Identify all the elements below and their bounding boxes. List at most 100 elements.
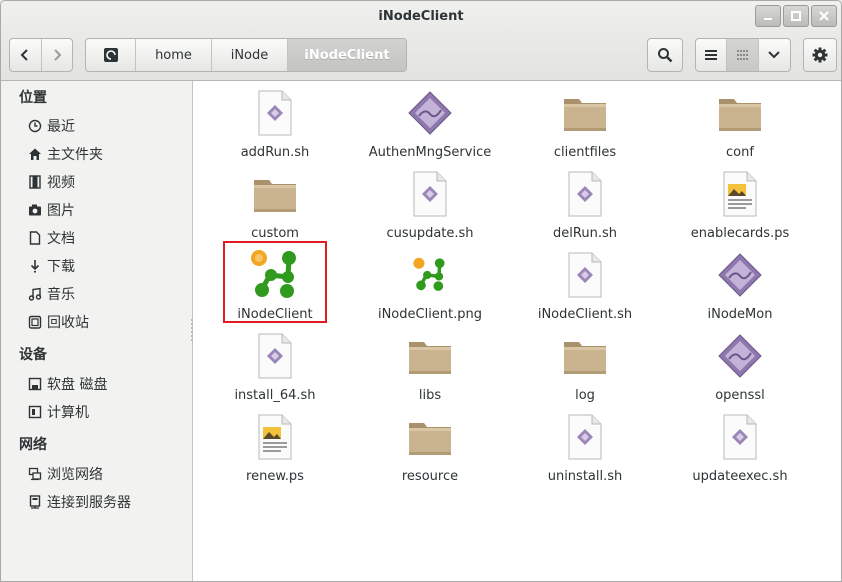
file-name: libs	[418, 388, 442, 403]
sidebar-item-label: 连接到服务器	[47, 495, 131, 511]
sidebar-item-label: 回收站	[47, 315, 89, 331]
file-name: cusupdate.sh	[386, 226, 474, 241]
list-view-button[interactable]	[696, 39, 728, 71]
file-item[interactable]: iNodeMon	[665, 249, 815, 329]
postscript-file-icon	[249, 411, 301, 463]
file-name: custom	[251, 226, 299, 241]
script-file-icon	[714, 411, 766, 463]
network-icon	[27, 466, 43, 482]
search-button[interactable]	[647, 38, 683, 72]
folder-icon	[249, 168, 301, 220]
window-title: iNodeClient	[378, 9, 464, 24]
history-buttons	[9, 38, 73, 72]
inode-image-icon	[404, 249, 456, 301]
floppy-icon	[27, 376, 43, 392]
sidebar-item-browse-network[interactable]: 浏览网络	[27, 462, 103, 486]
executable-icon	[714, 249, 766, 301]
minimize-button[interactable]	[755, 5, 781, 27]
file-item[interactable]: custom	[200, 168, 350, 248]
sidebar-item-videos[interactable]: 视频	[27, 170, 75, 194]
sidebar-header-devices: 设备	[19, 347, 47, 363]
file-item[interactable]: libs	[355, 330, 505, 410]
maximize-button[interactable]	[783, 5, 809, 27]
file-item[interactable]: AuthenMngService	[355, 87, 505, 167]
file-name: resource	[401, 469, 459, 484]
file-name: iNodeClient	[237, 307, 313, 322]
script-file-icon	[249, 87, 301, 139]
sidebar-item-pictures[interactable]: 图片	[27, 198, 75, 222]
sidebar-item-music[interactable]: 音乐	[27, 282, 75, 306]
sidebar-item-label: 计算机	[47, 405, 89, 421]
file-item[interactable]: log	[510, 330, 660, 410]
sidebar-item-home[interactable]: 主文件夹	[27, 142, 103, 166]
sidebar-item-documents[interactable]: 文档	[27, 226, 75, 250]
file-name: install_64.sh	[234, 388, 316, 403]
file-item[interactable]: uninstall.sh	[510, 411, 660, 491]
chevron-down-icon	[768, 51, 781, 59]
folder-icon	[559, 87, 611, 139]
sidebar-item-recent[interactable]: 最近	[27, 114, 75, 138]
gear-icon	[812, 47, 828, 63]
grid-view-button[interactable]	[727, 39, 759, 71]
path-bar: home iNode iNodeClient	[85, 38, 407, 72]
trash-icon	[27, 314, 43, 330]
file-name: delRun.sh	[553, 226, 617, 241]
sidebar-item-label: 音乐	[47, 287, 75, 303]
file-name: uninstall.sh	[547, 469, 623, 484]
file-manager-window: iNodeClient home iNode iNodeClient 位置 最近…	[0, 0, 842, 582]
file-item[interactable]: updateexec.sh	[665, 411, 815, 491]
file-item[interactable]: clientfiles	[510, 87, 660, 167]
sidebar-item-label: 图片	[47, 203, 75, 219]
breadcrumb-root[interactable]	[86, 39, 136, 71]
sidebar-item-downloads[interactable]: 下载	[27, 254, 75, 278]
settings-button[interactable]	[803, 38, 837, 72]
forward-button[interactable]	[40, 39, 72, 71]
sidebar-item-label: 主文件夹	[47, 147, 103, 163]
sidebar-item-label: 文档	[47, 231, 75, 247]
chevron-left-icon	[21, 49, 29, 61]
sidebar-item-label: 最近	[47, 119, 75, 135]
file-item[interactable]: addRun.sh	[200, 87, 350, 167]
file-item[interactable]: renew.ps	[200, 411, 350, 491]
sidebar-item-trash[interactable]: 回收站	[27, 310, 89, 334]
file-item[interactable]: cusupdate.sh	[355, 168, 505, 248]
search-icon	[658, 48, 673, 63]
chevron-right-icon	[54, 49, 62, 61]
file-name: iNodeMon	[707, 307, 773, 322]
file-item[interactable]: enablecards.ps	[665, 168, 815, 248]
minimize-icon	[764, 18, 772, 20]
file-item[interactable]: install_64.sh	[200, 330, 350, 410]
file-item[interactable]: conf	[665, 87, 815, 167]
file-item[interactable]: openssl	[665, 330, 815, 410]
sidebar-item-connect-server[interactable]: 连接到服务器	[27, 490, 131, 514]
file-item[interactable]: delRun.sh	[510, 168, 660, 248]
folder-icon	[559, 330, 611, 382]
view-options-button[interactable]	[759, 39, 790, 71]
sidebar-item-label: 视频	[47, 175, 75, 191]
music-icon	[27, 286, 43, 302]
script-file-icon	[559, 168, 611, 220]
postscript-file-icon	[714, 168, 766, 220]
file-item[interactable]: iNodeClient.png	[355, 249, 505, 329]
breadcrumb-home[interactable]: home	[136, 39, 212, 71]
sidebar-item-computer[interactable]: 计算机	[27, 400, 89, 424]
file-item[interactable]: iNodeClient	[200, 249, 350, 329]
disk-root-icon	[103, 48, 118, 62]
sidebar-header-places: 位置	[19, 90, 47, 106]
file-item[interactable]: iNodeClient.sh	[510, 249, 660, 329]
file-name: openssl	[715, 388, 765, 403]
breadcrumb-current[interactable]: iNodeClient	[288, 39, 406, 71]
file-name: AuthenMngService	[368, 145, 492, 160]
file-item[interactable]: resource	[355, 411, 505, 491]
places-sidebar: 位置 最近 主文件夹 视频 图片 文档 下载 音乐 回收站 设备 软盘 磁盘 计…	[1, 81, 193, 581]
file-name: renew.ps	[246, 469, 304, 484]
back-button[interactable]	[10, 39, 41, 71]
breadcrumb-inode[interactable]: iNode	[212, 39, 288, 71]
camera-icon	[27, 202, 43, 218]
server-icon	[27, 494, 43, 510]
home-icon	[27, 146, 43, 162]
file-name: iNodeClient.png	[377, 307, 483, 322]
close-button[interactable]	[811, 5, 837, 27]
window-controls	[755, 5, 837, 27]
sidebar-item-floppy[interactable]: 软盘 磁盘	[27, 372, 107, 396]
